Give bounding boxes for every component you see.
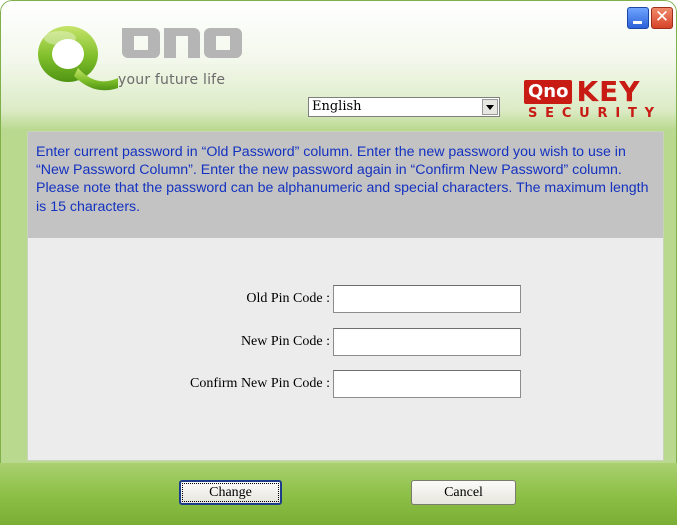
new-pin-label: New Pin Code : <box>240 334 330 349</box>
pin-form-panel: Enter current password in “Old Password”… <box>27 131 664 461</box>
qno-q-logo-icon <box>38 26 118 91</box>
new-pin-row: New Pin Code : <box>28 328 663 356</box>
close-button[interactable]: ✕ <box>651 7 673 29</box>
qnokey-logo: Qno KEY <box>524 75 641 108</box>
qnokey-security-label: SECURITY <box>528 106 662 121</box>
qnokey-logo-qno: Qno <box>524 80 573 104</box>
footer-band <box>0 463 677 525</box>
cancel-button[interactable]: Cancel <box>411 480 516 505</box>
confirm-pin-label: Confirm New Pin Code : <box>190 376 330 391</box>
qno-wordmark-icon <box>122 28 242 58</box>
confirm-pin-input[interactable] <box>333 370 521 398</box>
new-pin-input[interactable] <box>333 328 521 356</box>
confirm-pin-row: Confirm New Pin Code : <box>28 370 663 398</box>
old-pin-label: Old Pin Code : <box>246 291 330 306</box>
chevron-down-icon[interactable] <box>482 99 498 115</box>
old-pin-row: Old Pin Code : <box>28 285 663 313</box>
brand-tagline: your future life <box>118 72 226 88</box>
minimize-button[interactable] <box>627 7 649 29</box>
instructions-text: Enter current password in “Old Password”… <box>28 132 663 238</box>
language-selected-value: English <box>312 99 362 114</box>
language-select[interactable]: English <box>308 97 500 117</box>
change-button[interactable]: Change <box>179 480 282 505</box>
pin-change-window: your future life ✕ English Qno KEY SECURI… <box>0 0 677 525</box>
old-pin-input[interactable] <box>333 285 521 313</box>
qnokey-logo-key: KEY <box>576 75 641 108</box>
